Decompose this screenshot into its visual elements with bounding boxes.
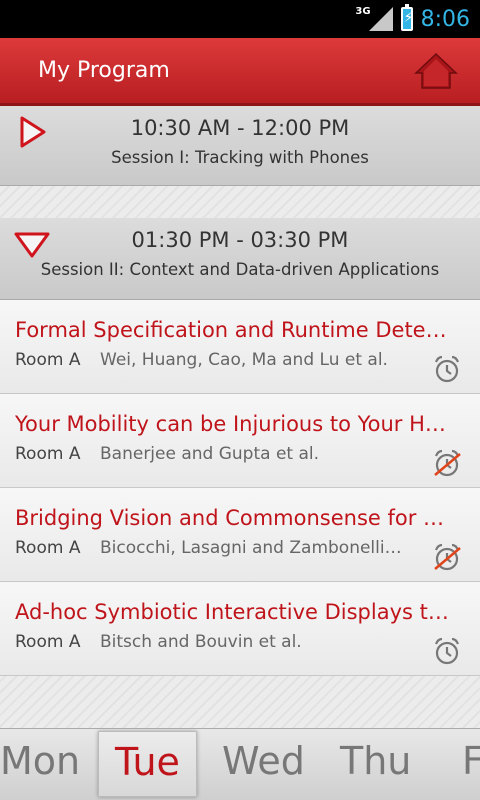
tab-tue[interactable]: Tue <box>98 731 197 797</box>
alarm-off-icon[interactable] <box>432 448 462 478</box>
room-label: Room A <box>15 444 81 464</box>
program-list[interactable]: 10:30 AM - 12:00 PM Session I: Tracking … <box>0 106 480 728</box>
authors-label: Bitsch and Bouvin et al. <box>100 632 302 652</box>
paper-title: Ad-hoc Symbiotic Interactive Displays t… <box>15 600 449 624</box>
paper-title: Formal Specification and Runtime Dete… <box>15 318 447 342</box>
tab-fri[interactable]: F <box>462 739 480 783</box>
authors-label: Bicocchi, Lasagni and Zambonelli… <box>100 538 402 558</box>
list-item[interactable]: Bridging Vision and Commonsense for … Ro… <box>0 488 480 582</box>
paper-title: Bridging Vision and Commonsense for … <box>15 506 445 530</box>
alarm-on-icon[interactable] <box>432 354 462 384</box>
authors-label: Banerjee and Gupta et al. <box>100 444 320 464</box>
session-time-range: 10:30 AM - 12:00 PM <box>130 116 350 140</box>
page-title: My Program <box>38 58 170 83</box>
status-time: 8:06 <box>420 6 470 32</box>
list-item[interactable]: Ad-hoc Symbiotic Interactive Displays t…… <box>0 582 480 676</box>
list-item[interactable]: Formal Specification and Runtime Dete… R… <box>0 300 480 394</box>
alarm-on-icon[interactable] <box>432 636 462 666</box>
list-item[interactable]: Your Mobility can be Injurious to Your H… <box>0 394 480 488</box>
session-title: Session II: Context and Data-driven Appl… <box>40 260 440 279</box>
tab-wed[interactable]: Wed <box>222 739 305 783</box>
day-tabs: Mon Tue Wed Thu F <box>0 728 480 800</box>
home-button[interactable] <box>414 51 458 91</box>
authors-label: Wei, Huang, Cao, Ma and Lu et al. <box>100 350 388 370</box>
battery-icon: ⚡ <box>400 4 413 31</box>
room-label: Room A <box>15 632 81 652</box>
tab-mon[interactable]: Mon <box>0 739 80 783</box>
paper-title: Your Mobility can be Injurious to Your H… <box>15 412 446 436</box>
room-label: Room A <box>15 350 81 370</box>
session-time-range: 01:30 PM - 03:30 PM <box>131 228 349 252</box>
alarm-off-icon[interactable] <box>432 542 462 572</box>
collapse-arrow-icon[interactable] <box>14 226 50 262</box>
network-type-label: 3G <box>355 5 371 17</box>
signal-icon <box>368 7 393 31</box>
status-bar: 3G ⚡ 8:06 <box>0 0 480 38</box>
tab-thu[interactable]: Thu <box>340 739 411 783</box>
room-label: Room A <box>15 538 81 558</box>
session-header[interactable]: 01:30 PM - 03:30 PM Session II: Context … <box>0 218 480 300</box>
home-icon <box>414 52 458 89</box>
expand-arrow-icon[interactable] <box>14 114 50 150</box>
action-bar: My Program <box>0 38 480 106</box>
session-title: Session I: Tracking with Phones <box>111 148 369 167</box>
session-gap <box>0 186 480 218</box>
session-header[interactable]: 10:30 AM - 12:00 PM Session I: Tracking … <box>0 106 480 186</box>
